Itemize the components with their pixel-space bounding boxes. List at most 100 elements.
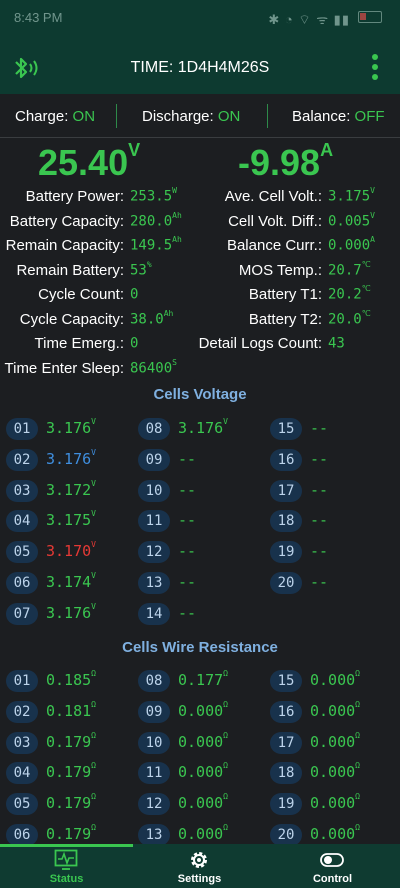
cell-number-badge: 04 <box>6 762 38 785</box>
info-label: MOS Temp.: <box>238 261 322 279</box>
cell-number-badge: 10 <box>138 731 170 754</box>
info-row: Cell Volt. Diff.: 0.005V <box>0 211 400 237</box>
cell-number-badge: 13 <box>138 572 170 594</box>
cell-number-badge: 11 <box>138 762 170 785</box>
cell-value: -- <box>310 481 328 499</box>
cell-value-text: -- <box>178 480 197 499</box>
cell-unit: Ω <box>91 792 96 802</box>
cell-value: 0.179Ω <box>46 823 96 843</box>
cell-value-text: 3.172 <box>46 480 92 499</box>
cell-number-badge: 06 <box>6 572 38 594</box>
tab-settings[interactable]: Settings <box>133 844 266 888</box>
cell-number-badge: 18 <box>270 510 302 533</box>
info-value-text: 0.005 <box>328 213 371 230</box>
cell-value-text: 0.000 <box>178 732 224 751</box>
info-row: Detail Logs Count: 43 <box>0 335 400 359</box>
discharge-value: ON <box>217 108 241 125</box>
cell-value: -- <box>178 481 196 499</box>
tab-control[interactable]: Control <box>266 844 399 888</box>
discharge-status: Discharge: ON <box>142 108 240 125</box>
cell-number-badge: 17 <box>270 479 302 502</box>
cell-number-badge: 17 <box>270 731 302 754</box>
cell-value-text: 0.179 <box>46 825 92 843</box>
cell-unit: Ω <box>91 761 96 771</box>
current-unit: A <box>320 140 334 160</box>
voltage-unit: V <box>128 140 141 160</box>
cell-unit: Ω <box>355 699 360 709</box>
cell-number-badge: 13 <box>138 824 170 846</box>
cell-value-text: 3.174 <box>46 573 92 591</box>
cell-number-badge: 18 <box>270 762 302 785</box>
info-unit: V <box>370 186 375 195</box>
info-label: Cell Volt. Diff.: <box>228 212 322 230</box>
cell-number-badge: 07 <box>6 602 38 625</box>
info-label: Battery T2: <box>248 310 322 328</box>
cell-unit: V <box>91 571 96 580</box>
cell-unit: Ω <box>223 792 228 802</box>
cell-value-text: 0.181 <box>46 701 92 720</box>
info-value: 20.2℃ <box>328 284 371 303</box>
cell-value: 3.172V <box>46 479 96 499</box>
voltage-value: 25.40 <box>38 142 129 183</box>
cell-value: 0.179Ω <box>46 792 96 812</box>
cell-value: -- <box>310 419 328 437</box>
cell-unit: Ω <box>355 730 360 740</box>
cell-number-badge: 03 <box>6 479 38 502</box>
cell-number-badge: 05 <box>6 793 38 816</box>
info-unit: ℃ <box>361 284 371 293</box>
cell-value-text: 0.000 <box>310 794 356 813</box>
cell-unit: Ω <box>355 761 360 771</box>
more-menu-icon[interactable] <box>372 54 380 82</box>
info-row: Balance Curr.: 0.000A <box>0 235 400 261</box>
info-label: Balance Curr.: <box>226 237 322 254</box>
cell-value-text: 3.170 <box>46 542 92 561</box>
cell-number-badge: 19 <box>270 541 302 564</box>
info-value-text: 20.0 <box>328 311 362 328</box>
info-label: Detail Logs Count: <box>198 335 322 352</box>
divider <box>116 104 117 128</box>
cell-number-badge: 16 <box>270 700 302 723</box>
cell-number-badge: 03 <box>6 731 38 754</box>
cell-value-text: -- <box>310 511 329 530</box>
cell-value: 3.176V <box>46 448 96 468</box>
cell-value: 0.000Ω <box>310 730 360 751</box>
cell-value: -- <box>310 450 328 468</box>
tab-control-label: Control <box>312 873 353 885</box>
divider <box>267 104 268 128</box>
toggle-icon <box>320 853 344 867</box>
cell-value-text: 3.176 <box>46 603 92 622</box>
cell-value-text: -- <box>310 419 329 437</box>
tab-status[interactable]: Status <box>0 844 133 888</box>
cell-value: 0.185Ω <box>46 669 96 689</box>
info-unit: A <box>370 235 375 244</box>
info-value-text: 20.2 <box>328 286 362 303</box>
cell-value: 0.000Ω <box>310 669 360 689</box>
cell-number-badge: 11 <box>138 510 170 533</box>
info-value-text: 43 <box>328 335 345 352</box>
cell-number-badge: 01 <box>6 418 38 440</box>
battery-current: -9.98A <box>238 140 334 184</box>
switch-status-row: Charge: ON Discharge: ON Balance: OFF <box>0 94 400 138</box>
cell-value: -- <box>178 511 196 529</box>
run-time-title: TIME: 1D4H4M26S <box>130 59 270 76</box>
cell-value-text: 0.177 <box>178 671 224 689</box>
balance-label: Balance: <box>292 108 351 125</box>
cell-number-badge: 02 <box>6 700 38 723</box>
cell-value-text: -- <box>178 542 197 561</box>
tab-settings-label: Settings <box>177 873 222 885</box>
info-row: Battery T1: 20.2℃ <box>0 284 400 310</box>
info-value-text: 0.000 <box>328 237 371 254</box>
cell-value-text: -- <box>310 542 329 561</box>
gear-icon <box>191 852 207 868</box>
cell-value: 0.000Ω <box>178 700 228 720</box>
cell-unit: Ω <box>91 730 96 740</box>
cell-value-text: 0.000 <box>310 825 356 843</box>
cell-unit: Ω <box>91 699 96 709</box>
cell-value-text: 0.000 <box>178 794 224 813</box>
cell-unit: V <box>91 601 96 611</box>
cell-value: -- <box>310 511 328 529</box>
battery-status-icon <box>358 11 382 23</box>
cell-number-badge: 15 <box>270 670 302 692</box>
status-icons: ✱ ◔ ⌔ ᯤ ▮▮ <box>268 12 350 27</box>
cell-unit: Ω <box>91 669 96 678</box>
